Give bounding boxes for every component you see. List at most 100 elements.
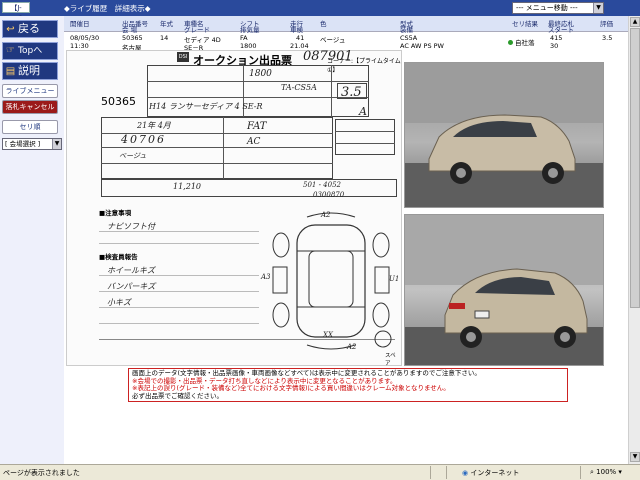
back-button[interactable]: ↩ 戻る bbox=[2, 20, 58, 38]
status-dot-icon bbox=[508, 40, 513, 45]
cell-score: 3.5 bbox=[602, 34, 613, 42]
sheet-cc: 1800 bbox=[249, 69, 272, 79]
sheet-shift: FAT bbox=[247, 121, 267, 132]
header-color: 色 bbox=[320, 20, 327, 28]
sheet-recycle-fee: 11,210 bbox=[173, 182, 201, 191]
menu-select[interactable]: --- メニュー移動 --- ▼ bbox=[512, 2, 604, 14]
status-separator bbox=[580, 466, 581, 479]
damage-mark-left: A3 bbox=[261, 273, 271, 281]
scroll-thumb[interactable] bbox=[630, 28, 640, 308]
cell-year: 14 bbox=[160, 34, 169, 42]
chevron-down-icon[interactable]: ▼ bbox=[52, 139, 61, 149]
notice-line-4: 必ず出品票でご確認ください。 bbox=[132, 391, 223, 400]
pointer-hand-icon: ☞ bbox=[6, 45, 15, 56]
damage-mark-right: U1 bbox=[389, 275, 400, 283]
vertical-scrollbar[interactable]: ▲ ▼ bbox=[628, 16, 640, 464]
spare-label: スペア bbox=[385, 353, 396, 367]
cell-mileage: 41 bbox=[296, 34, 305, 42]
damage-mark-rear-x: XX bbox=[323, 331, 333, 339]
cancel-bid-button[interactable]: 落札キャンセル bbox=[2, 100, 58, 114]
sheet-detail-box bbox=[101, 117, 333, 179]
cell-date: 08/05/30 bbox=[70, 34, 100, 42]
sheet-inspection-date: 21年 4月 bbox=[137, 121, 171, 130]
auction-sheet-image: DSI オークション出品票 087901 コーナー:【プライムタイム①】 503… bbox=[66, 49, 402, 367]
cell-result-text: 自社落 bbox=[515, 39, 535, 47]
car-rear-illustration bbox=[405, 215, 603, 365]
sheet-logo: DSI bbox=[177, 52, 189, 62]
header-grade: グレード bbox=[184, 26, 210, 34]
top-button-label: Topへ bbox=[18, 46, 43, 56]
info-table-header bbox=[64, 16, 628, 32]
disclaimer-notice: 画面上のデータ(文字情報・出品票画像・車両画像などすべて)は表示中に変更されるこ… bbox=[128, 368, 568, 402]
inspector-report-title: ■検査員報告 bbox=[99, 253, 138, 261]
top-bar: 【J-293】 ◆ライブ履歴 詳細表示◆ --- メニュー移動 --- ▼ bbox=[0, 0, 640, 23]
cell-cc: 1800 bbox=[240, 42, 257, 50]
book-icon: ▤ bbox=[5, 66, 16, 77]
sort-order-button[interactable]: セリ順 bbox=[2, 120, 58, 134]
top-button[interactable]: ☞ Topへ bbox=[2, 42, 58, 60]
zoom-level-value: 100% bbox=[596, 468, 617, 476]
cell-type: CS5A bbox=[400, 34, 418, 42]
page-code-badge: 【J-293】 bbox=[2, 2, 30, 23]
venue-select[interactable]: [ 会場選択 ] ▼ bbox=[2, 138, 62, 150]
header-year: 年式 bbox=[160, 20, 173, 28]
browser-status-bar: ページが表示されました ◉ インターネット ⌕ 100% ▾ bbox=[0, 464, 640, 480]
sheet-year-model: H14 ランサーセディア 4 SE-R bbox=[149, 102, 263, 111]
cell-lot: 50365 bbox=[122, 34, 143, 42]
cell-final-bid: 415 bbox=[550, 34, 563, 42]
score-box bbox=[337, 83, 367, 99]
sheet-lot-number: 50365 bbox=[101, 95, 136, 108]
internet-zone[interactable]: ◉ インターネット bbox=[462, 468, 519, 478]
cell-equipment: AC AW PS PW bbox=[400, 42, 444, 50]
back-arrow-icon: ↩ bbox=[6, 24, 15, 35]
scroll-up-icon[interactable]: ▲ bbox=[630, 17, 640, 27]
sheet-code-no: 0300870 bbox=[313, 191, 345, 199]
header-date: 開催日 bbox=[70, 20, 90, 28]
header-cc: 排気量 bbox=[240, 26, 260, 34]
magnifier-icon: ⌕ bbox=[590, 468, 594, 476]
car-front-photo bbox=[404, 62, 604, 208]
cell-color: ベージュ bbox=[320, 36, 346, 44]
car-damage-diagram bbox=[272, 212, 392, 350]
header-venue: 会 場 bbox=[122, 26, 138, 34]
cell-shift: FA bbox=[240, 34, 248, 42]
sheet-ac: AC bbox=[247, 137, 261, 147]
car-front-illustration bbox=[405, 63, 603, 207]
header-inspection: 車検 bbox=[290, 26, 303, 34]
page-title: ◆ライブ履歴 詳細表示◆ bbox=[64, 4, 151, 13]
zoom-level[interactable]: ⌕ 100% ▾ bbox=[590, 468, 622, 477]
globe-icon: ◉ bbox=[462, 469, 469, 477]
sheet-color: ベージュ bbox=[119, 152, 147, 160]
damage-mark-front: A2 bbox=[321, 211, 331, 219]
chevron-down-icon[interactable]: ▼ bbox=[593, 3, 603, 13]
status-text: ページが表示されました bbox=[3, 469, 80, 477]
status-separator bbox=[446, 466, 447, 479]
sheet-interior-grade: A bbox=[359, 105, 367, 118]
header-score: 評価 bbox=[600, 20, 613, 28]
header-start: スタート bbox=[548, 26, 574, 34]
help-button[interactable]: ▤ 説明 bbox=[2, 62, 58, 80]
sheet-type-code: TA-CS5A bbox=[281, 83, 317, 92]
car-rear-photo bbox=[404, 214, 604, 366]
header-equipment: 装備 bbox=[400, 26, 413, 34]
equipment-grid bbox=[335, 119, 395, 155]
header-result: セリ結果 bbox=[512, 20, 538, 28]
cell-start: 30 bbox=[550, 42, 559, 50]
help-button-label: 説明 bbox=[18, 64, 40, 77]
sidebar: ↩ 戻る ☞ Topへ ▤ 説明 ライブメニュー 落札キャンセル セリ順 [ 会場選択… bbox=[0, 16, 64, 464]
status-separator bbox=[430, 466, 431, 479]
damage-mark-rear: A2 bbox=[347, 343, 357, 351]
menu-select-value: --- メニュー移動 --- bbox=[516, 4, 578, 12]
back-button-label: 戻る bbox=[18, 22, 40, 35]
vehicle-info-table: 開催日 出品番号 年式 車種名 シフト 走行 色 型式 セリ結果 最終応札 評価… bbox=[64, 16, 628, 52]
notes-title: ■注意事項 bbox=[99, 209, 132, 217]
sheet-mileage: 40706 bbox=[121, 133, 166, 146]
live-menu-button[interactable]: ライブメニュー bbox=[2, 84, 58, 98]
sheet-recycle-box bbox=[101, 179, 397, 197]
scroll-down-icon[interactable]: ▼ bbox=[630, 452, 640, 462]
venue-select-value: [ 会場選択 ] bbox=[5, 140, 41, 148]
internet-zone-label: インターネット bbox=[470, 469, 520, 477]
sheet-chassis: 501 - 4052 bbox=[303, 181, 341, 189]
cell-result: 自社落 bbox=[508, 37, 535, 47]
cell-time: 11:30 bbox=[70, 42, 89, 50]
